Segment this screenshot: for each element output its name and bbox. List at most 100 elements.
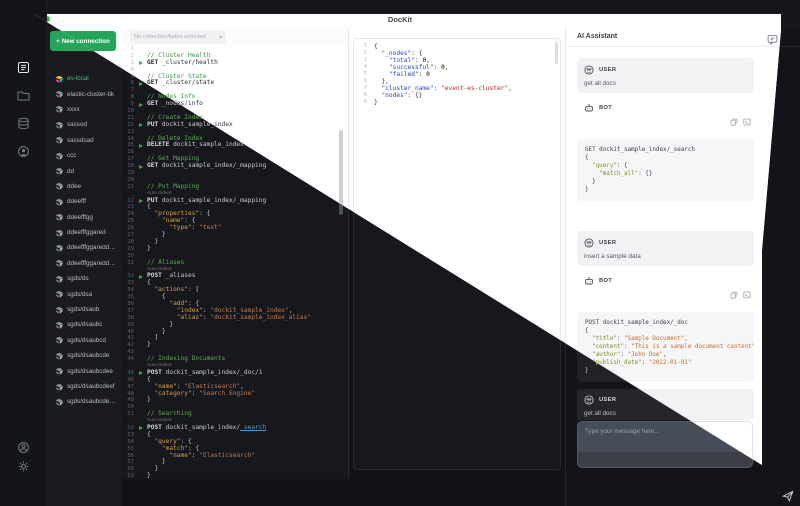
user-avatar-icon	[584, 237, 594, 248]
connection-item[interactable]: ddeefffggared	[46, 225, 122, 240]
connection-name: ddeefffggared	[67, 229, 106, 237]
chevron-down-icon: ▾	[218, 35, 222, 40]
rail-icon-user[interactable]	[17, 441, 30, 454]
connection-sidebar: + New connection es-localelastic-cluster…	[46, 28, 122, 506]
editor-line: 22PUT dockit_sample_index/_mapping	[127, 196, 267, 204]
index-selector-label: No collection/index selected	[134, 34, 206, 40]
connection-item[interactable]: dd	[46, 163, 122, 178]
rail-icon-group	[0, 61, 46, 158]
copy-icon[interactable]	[730, 291, 738, 299]
activity-rail	[0, 0, 47, 506]
elasticsearch-icon	[55, 168, 63, 175]
elasticsearch-icon	[55, 260, 63, 267]
chat-feedback-icon[interactable]	[767, 32, 778, 45]
connection-item[interactable]: es-local	[46, 71, 122, 86]
connection-item[interactable]: ddeefffggareddsgdaredd	[46, 256, 122, 271]
editor-line: 31// Aliases	[127, 258, 185, 266]
rail-icon-settings[interactable]	[17, 460, 30, 473]
rail-icon-github[interactable]	[17, 145, 30, 158]
connection-item[interactable]: sgds/dsaubcde	[46, 348, 122, 363]
connection-item[interactable]: sgds/dsaubcd	[46, 333, 122, 348]
run-query-button[interactable]	[138, 199, 143, 204]
results-line: 3 "total": 0,	[363, 57, 430, 64]
rail-icon-database[interactable]	[17, 117, 30, 130]
run-query-button[interactable]	[138, 426, 143, 431]
user-role-label: USER	[599, 239, 617, 246]
connection-item[interactable]: sgds/dsaubc	[46, 317, 122, 332]
connection-name: es-local	[67, 75, 89, 83]
editor-scrollbar[interactable]	[339, 130, 343, 215]
editor-line: 48 "category": "Search Engine"	[127, 389, 256, 397]
user-message-text: insert a sample data	[584, 253, 641, 260]
connection-name: sgds/dsaubcdee	[67, 367, 113, 375]
elasticsearch-icon	[55, 291, 63, 298]
bot-role-label: BOT	[599, 104, 613, 111]
send-message-button[interactable]	[781, 489, 794, 502]
connection-item[interactable]: ddeefff	[46, 194, 122, 209]
connection-name: sgds/dsaubcdeef	[67, 383, 115, 390]
insert-to-editor-icon[interactable]	[743, 118, 751, 126]
connection-item[interactable]: sgds/dsa	[46, 286, 122, 301]
connection-name: sgds/dsaubcd	[67, 336, 106, 344]
connection-name: sassod	[67, 121, 87, 129]
rail-icon-folder[interactable]	[16, 89, 30, 102]
connection-name: ddeefffggareddsgd	[67, 244, 118, 252]
elasticsearch-icon	[55, 198, 63, 206]
index-selector-dropdown[interactable]: No collection/index selected ▾	[130, 30, 226, 44]
copy-icon[interactable]	[730, 118, 738, 126]
editor-line: 28 }	[127, 237, 159, 245]
connection-name: ddeefff	[67, 198, 87, 206]
window-title: DocKit	[387, 15, 413, 24]
elasticsearch-icon	[55, 245, 63, 252]
run-query-button[interactable]	[138, 123, 143, 128]
elasticsearch-icon	[55, 214, 63, 221]
connection-item[interactable]: ddeefffggareddsgd	[46, 240, 122, 255]
bot-message-actions	[577, 291, 754, 299]
connection-name: xxxx	[67, 105, 80, 113]
connection-name: sassdsad	[67, 136, 94, 144]
bot-avatar-icon	[585, 276, 593, 284]
connection-item[interactable]: sgds/dsaub	[46, 302, 122, 317]
elasticsearch-icon	[55, 306, 63, 314]
user-message: USER get all docs	[577, 58, 754, 93]
rail-icon-editor[interactable]	[17, 61, 30, 74]
connection-name: sgds/dsaubc	[67, 321, 103, 329]
user-role-label: USER	[599, 396, 617, 403]
run-query-button[interactable]	[138, 371, 143, 376]
connection-item[interactable]: ccc	[46, 148, 122, 163]
run-query-button[interactable]	[138, 143, 143, 148]
connection-item[interactable]: sgds/ds	[46, 271, 122, 286]
user-message-text: get all docs	[584, 80, 616, 87]
editor-toolbar: No collection/index selected ▾	[122, 28, 348, 47]
elasticsearch-icon	[55, 352, 63, 360]
elasticsearch-icon	[55, 106, 63, 113]
user-avatar-icon	[584, 64, 594, 75]
results-scrollbar[interactable]	[555, 42, 558, 64]
connection-item[interactable]: sgds/dsaubcdee	[46, 363, 122, 378]
elasticsearch-icon	[55, 383, 63, 391]
bot-code-block: GET dockit_sample_index/_search{ "query"…	[577, 139, 754, 201]
connection-item[interactable]: sassod	[46, 117, 122, 132]
run-query-button[interactable]	[138, 61, 143, 66]
editor-line: 41 ]	[127, 334, 159, 342]
editor-line: 52POST dockit_sample_index/_search	[127, 423, 267, 431]
connection-item[interactable]: sgds/dsaubcdeefg	[46, 394, 122, 409]
elasticsearch-icon	[55, 368, 63, 375]
connection-name: sgds/ds	[67, 275, 89, 283]
run-query-button[interactable]	[138, 81, 143, 86]
editor-line: 42}	[127, 341, 151, 349]
connection-item[interactable]: sgds/dsaubcdeef	[46, 379, 122, 394]
insert-to-editor-icon[interactable]	[743, 291, 751, 299]
connection-item[interactable]: ddee	[46, 179, 122, 194]
connection-item[interactable]: ddeefffgg	[46, 210, 122, 225]
connection-name: sgds/dsaubcde	[67, 352, 110, 360]
run-query-button[interactable]	[138, 164, 143, 169]
connection-item[interactable]: xxxx	[46, 102, 122, 117]
run-query-button[interactable]	[138, 102, 143, 107]
elasticsearch-icon	[55, 322, 63, 329]
connection-item[interactable]: elastic-cluster-tik	[46, 86, 122, 101]
run-query-button[interactable]	[138, 274, 143, 279]
results-line: 4 "successful": 0,	[363, 64, 449, 71]
connection-item[interactable]: sassdsad	[46, 133, 122, 148]
bot-message-header: BOT	[577, 275, 754, 286]
